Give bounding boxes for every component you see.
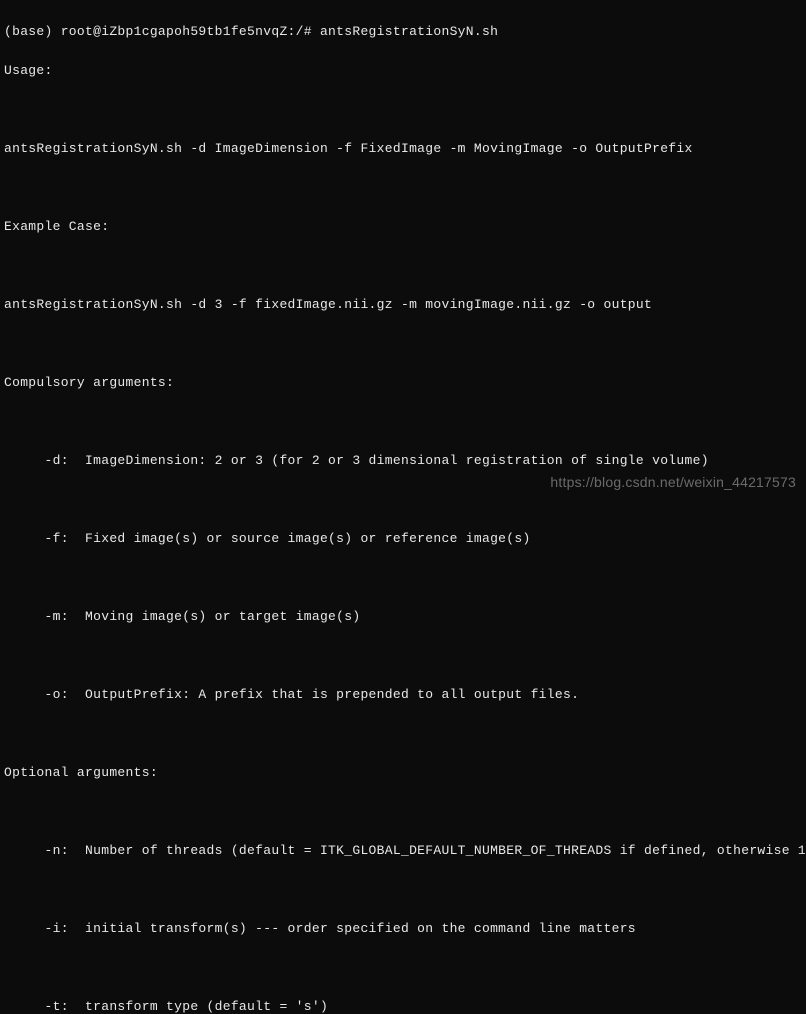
output-line: -o: OutputPrefix: A prefix that is prepe… xyxy=(4,685,802,705)
watermark-text: https://blog.csdn.net/weixin_44217573 xyxy=(550,472,796,493)
terminal-output[interactable]: (base) root@iZbp1cgapoh59tb1fe5nvqZ:/# a… xyxy=(4,2,802,1014)
output-line: Optional arguments: xyxy=(4,763,802,783)
blank-line xyxy=(4,958,802,978)
blank-line xyxy=(4,646,802,666)
output-line: Usage: xyxy=(4,61,802,81)
blank-line xyxy=(4,568,802,588)
blank-line xyxy=(4,724,802,744)
output-line: -i: initial transform(s) --- order speci… xyxy=(4,919,802,939)
blank-line xyxy=(4,334,802,354)
output-line: -t: transform type (default = 's') xyxy=(4,997,802,1014)
output-line: antsRegistrationSyN.sh -d 3 -f fixedImag… xyxy=(4,295,802,315)
output-line: -f: Fixed image(s) or source image(s) or… xyxy=(4,529,802,549)
blank-line xyxy=(4,802,802,822)
blank-line xyxy=(4,412,802,432)
output-line: -n: Number of threads (default = ITK_GLO… xyxy=(4,841,802,861)
prompt-line: (base) root@iZbp1cgapoh59tb1fe5nvqZ:/# a… xyxy=(4,22,802,42)
blank-line xyxy=(4,100,802,120)
output-line: -m: Moving image(s) or target image(s) xyxy=(4,607,802,627)
output-line: antsRegistrationSyN.sh -d ImageDimension… xyxy=(4,139,802,159)
output-line: Compulsory arguments: xyxy=(4,373,802,393)
output-line: Example Case: xyxy=(4,217,802,237)
shell-prompt: (base) root@iZbp1cgapoh59tb1fe5nvqZ:/# xyxy=(4,22,320,42)
typed-command: antsRegistrationSyN.sh xyxy=(320,22,498,42)
blank-line xyxy=(4,178,802,198)
blank-line xyxy=(4,256,802,276)
output-line: -d: ImageDimension: 2 or 3 (for 2 or 3 d… xyxy=(4,451,802,471)
blank-line xyxy=(4,880,802,900)
